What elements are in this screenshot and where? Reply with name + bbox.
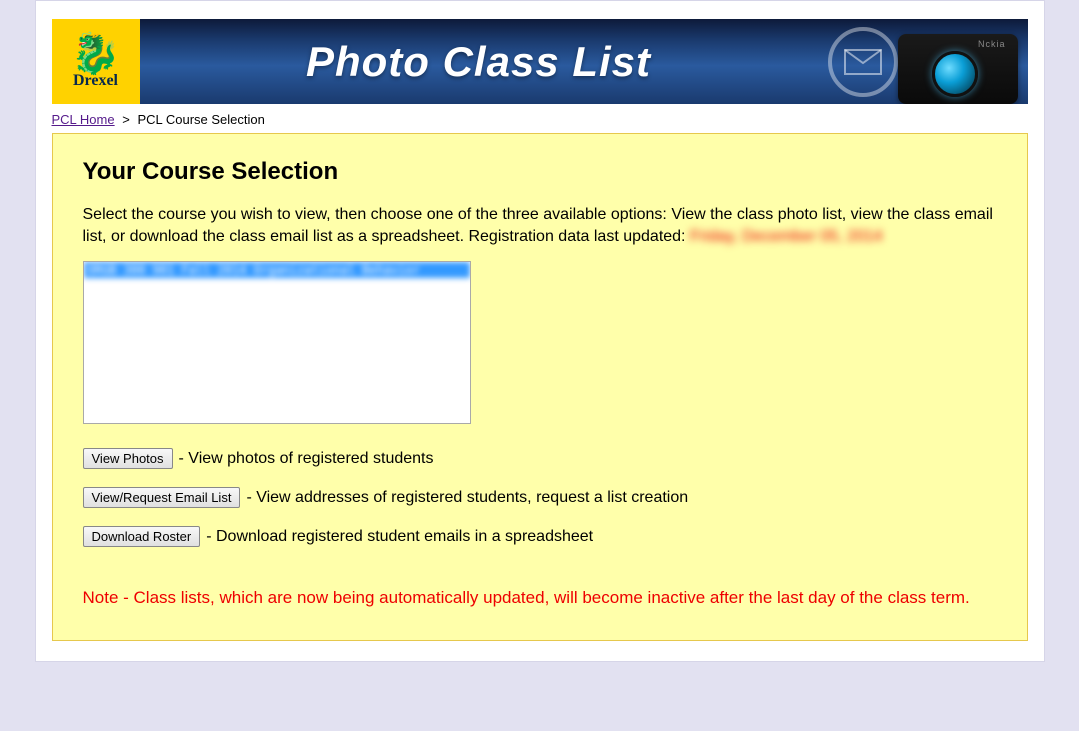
action-row-view-email: View/Request Email List - View addresses… bbox=[83, 487, 997, 508]
logo-text: Drexel bbox=[73, 72, 118, 90]
view-email-desc: - View addresses of registered students,… bbox=[246, 489, 688, 507]
intro-text: Select the course you wish to view, then… bbox=[83, 204, 997, 247]
banner: 🐉 Drexel Photo Class List Nckia bbox=[52, 19, 1028, 104]
mail-circle-icon bbox=[828, 27, 898, 97]
panel-heading: Your Course Selection bbox=[83, 158, 997, 186]
breadcrumb-current: PCL Course Selection bbox=[137, 112, 264, 127]
breadcrumb: PCL Home > PCL Course Selection bbox=[52, 112, 1028, 127]
action-row-view-photos: View Photos - View photos of registered … bbox=[83, 448, 997, 469]
note-text: Note - Class lists, which are now being … bbox=[83, 587, 997, 610]
camera-lens-icon bbox=[932, 51, 978, 97]
action-row-download: Download Roster - Download registered st… bbox=[83, 526, 997, 547]
banner-art: Nckia bbox=[818, 19, 1028, 104]
camera-brand-label: Nckia bbox=[978, 39, 1006, 49]
download-roster-desc: - Download registered student emails in … bbox=[206, 528, 593, 546]
dragon-icon: 🐉 bbox=[71, 34, 121, 74]
view-email-button[interactable]: View/Request Email List bbox=[83, 487, 241, 508]
breadcrumb-home-link[interactable]: PCL Home bbox=[52, 112, 115, 127]
page-container: 🐉 Drexel Photo Class List Nckia PCL Home… bbox=[35, 0, 1045, 662]
view-photos-button[interactable]: View Photos bbox=[83, 448, 173, 469]
course-selection-panel: Your Course Selection Select the course … bbox=[52, 133, 1028, 641]
view-photos-desc: - View photos of registered students bbox=[179, 450, 434, 468]
banner-title: Photo Class List bbox=[140, 38, 818, 86]
course-option[interactable]: ORGB 300 901 Fall 2014 Organizational Be… bbox=[84, 262, 470, 278]
drexel-logo: 🐉 Drexel bbox=[52, 19, 140, 104]
download-roster-button[interactable]: Download Roster bbox=[83, 526, 201, 547]
course-select-list[interactable]: ORGB 300 901 Fall 2014 Organizational Be… bbox=[83, 261, 471, 424]
updated-date: Friday, December 05, 2014 bbox=[690, 228, 883, 245]
envelope-icon bbox=[844, 49, 882, 75]
breadcrumb-separator: > bbox=[122, 112, 130, 127]
